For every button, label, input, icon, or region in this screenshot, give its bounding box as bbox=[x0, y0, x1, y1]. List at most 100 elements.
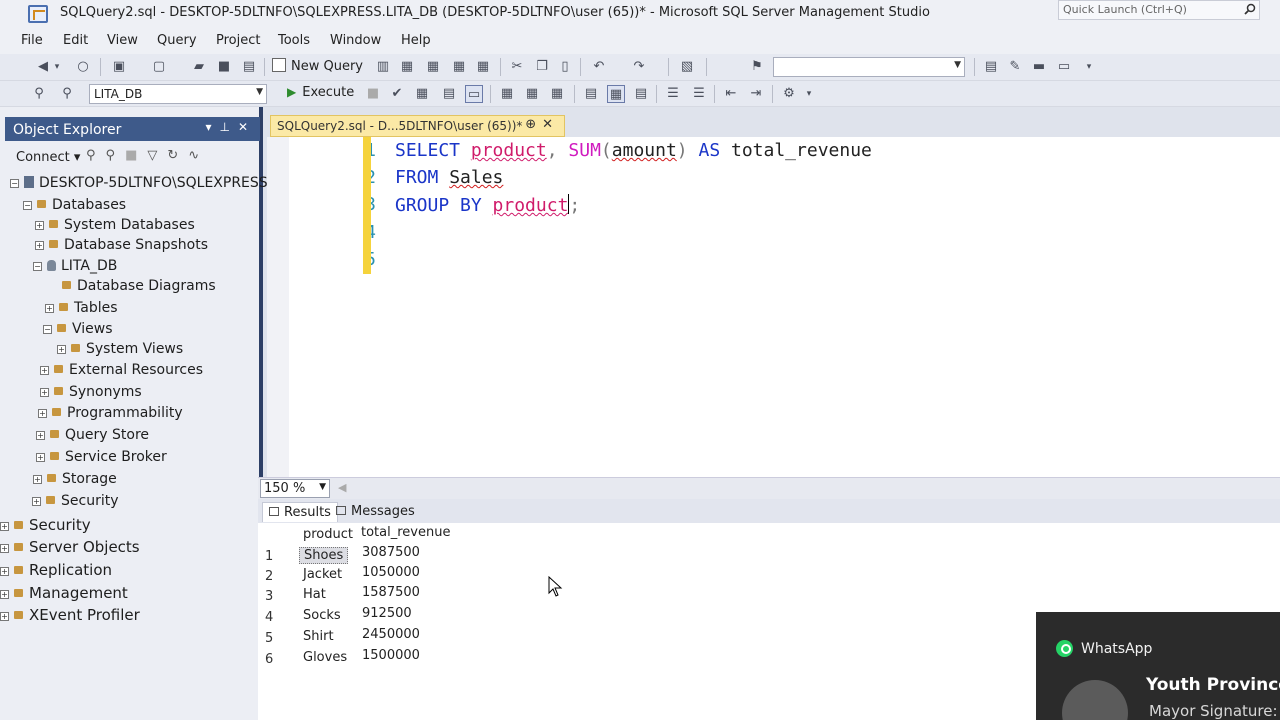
results-to-grid-icon[interactable]: ▦ bbox=[607, 85, 625, 103]
decrease-indent-icon[interactable]: ⇤ bbox=[722, 85, 740, 103]
database-dropdown[interactable]: LITA_DB ▼ bbox=[89, 84, 267, 104]
database-engine-query-icon[interactable]: ▥ bbox=[374, 58, 392, 76]
expand-icon[interactable]: + bbox=[45, 304, 54, 313]
solution-config-dropdown[interactable]: ▼ bbox=[773, 57, 965, 77]
expand-icon[interactable]: + bbox=[40, 388, 49, 397]
row-number[interactable]: 6 bbox=[265, 652, 273, 667]
tree-node[interactable]: − LITA_DB bbox=[33, 258, 117, 278]
cell-product[interactable]: Jacket bbox=[303, 567, 342, 582]
tree-node[interactable]: + Storage bbox=[33, 471, 117, 491]
close-icon[interactable]: ✕ bbox=[542, 117, 559, 132]
expand-icon[interactable]: + bbox=[32, 497, 41, 506]
tree-node[interactable]: + XEvent Profiler bbox=[0, 606, 140, 626]
specify-values-icon[interactable]: ⚙ bbox=[780, 85, 798, 103]
toolbox-icon[interactable]: ▬ bbox=[1030, 58, 1048, 76]
expand-icon[interactable]: + bbox=[57, 345, 66, 354]
scroll-left-icon[interactable]: ◀ bbox=[338, 481, 346, 494]
tree-node[interactable]: + System Views bbox=[57, 341, 183, 361]
menu-view[interactable]: View bbox=[107, 33, 138, 48]
collapse-icon[interactable]: − bbox=[43, 325, 52, 334]
sql-editor[interactable]: 1 2 3 4 5 SELECT product, SUM(amount) AS… bbox=[267, 137, 1280, 477]
connect-icon[interactable]: ⚲ bbox=[30, 85, 48, 103]
cell-product[interactable]: Gloves bbox=[303, 650, 347, 665]
connect-button[interactable]: Connect ▾ bbox=[16, 150, 80, 165]
comment-icon[interactable]: ☰ bbox=[664, 85, 682, 103]
stop-icon[interactable]: ■ bbox=[364, 85, 382, 103]
execute-button[interactable]: ▶ Execute bbox=[287, 85, 354, 100]
tree-node[interactable]: + Tables bbox=[45, 300, 118, 320]
expand-icon[interactable]: + bbox=[38, 409, 47, 418]
close-icon[interactable]: ✕ bbox=[238, 120, 256, 134]
redo-icon[interactable]: ↷ bbox=[630, 58, 648, 76]
increase-indent-icon[interactable]: ⇥ bbox=[747, 85, 765, 103]
zoom-dropdown[interactable]: 150 % ▼ bbox=[260, 479, 330, 498]
pin-icon[interactable]: ⊥ bbox=[219, 120, 237, 134]
expand-icon[interactable]: + bbox=[40, 366, 49, 375]
whatsapp-notification[interactable]: WhatsApp Youth Province 4 Mayor Signatur… bbox=[1036, 612, 1280, 720]
intellisense-icon[interactable]: ▭ bbox=[465, 85, 483, 103]
menu-window[interactable]: Window bbox=[330, 33, 381, 48]
new-query-button[interactable]: New Query bbox=[272, 58, 363, 74]
activity-monitor-icon[interactable]: ▧ bbox=[678, 58, 696, 76]
row-number[interactable]: 1 bbox=[265, 549, 273, 564]
results-to-text-icon[interactable]: ▤ bbox=[582, 85, 600, 103]
collapse-icon[interactable]: − bbox=[10, 179, 19, 188]
save-all-icon[interactable]: ▤ bbox=[240, 58, 258, 76]
find-icon[interactable]: ⚑ bbox=[748, 58, 766, 76]
include-plan-icon[interactable]: ▦ bbox=[498, 85, 516, 103]
tab-sqlquery2[interactable]: SQLQuery2.sql - D...5DLTNFO\user (65))* … bbox=[270, 115, 565, 137]
cell-total-revenue[interactable]: 1500000 bbox=[362, 648, 420, 663]
paste-icon[interactable]: ▯ bbox=[556, 58, 574, 76]
expand-icon[interactable]: + bbox=[0, 522, 9, 531]
tab-messages[interactable]: Messages bbox=[330, 502, 421, 522]
expand-icon[interactable]: + bbox=[0, 544, 9, 553]
collapse-icon[interactable]: − bbox=[33, 262, 42, 271]
query-designer-icon[interactable]: ▤ bbox=[440, 85, 458, 103]
menu-project[interactable]: Project bbox=[216, 33, 260, 48]
code-line[interactable]: SELECT product, SUM(amount) AS total_rev… bbox=[395, 140, 872, 161]
mdx-query-icon[interactable]: ▦ bbox=[398, 58, 416, 76]
xmla-query-icon[interactable]: ▦ bbox=[450, 58, 468, 76]
dax-query-icon[interactable]: ▦ bbox=[474, 58, 492, 76]
row-number[interactable]: 2 bbox=[265, 569, 273, 584]
tree-node[interactable]: + Replication bbox=[0, 561, 112, 581]
toolbar-overflow-icon[interactable]: ▾ bbox=[1078, 58, 1100, 76]
dropdown-icon[interactable]: ▾ bbox=[205, 120, 219, 134]
uncomment-icon[interactable]: ☰ bbox=[690, 85, 708, 103]
row-number[interactable]: 5 bbox=[265, 631, 273, 646]
menu-tools[interactable]: Tools bbox=[278, 33, 310, 48]
tree-node[interactable]: + Security bbox=[0, 516, 91, 536]
cell-total-revenue[interactable]: 1587500 bbox=[362, 585, 420, 600]
column-header-total-revenue[interactable]: total_revenue bbox=[361, 525, 450, 540]
expand-icon[interactable]: + bbox=[36, 431, 45, 440]
expand-icon[interactable]: + bbox=[0, 612, 9, 621]
expand-icon[interactable]: + bbox=[0, 590, 9, 599]
copy-icon[interactable]: ❐ bbox=[533, 58, 551, 76]
cell-total-revenue[interactable]: 912500 bbox=[362, 606, 412, 621]
cell-total-revenue[interactable]: 3087500 bbox=[362, 545, 420, 560]
row-number[interactable]: 4 bbox=[265, 610, 273, 625]
live-stats-icon[interactable]: ▦ bbox=[523, 85, 541, 103]
disconnect-icon[interactable]: ⚲ bbox=[106, 148, 126, 163]
tree-node[interactable]: + Server Objects bbox=[0, 538, 140, 558]
open-file-icon[interactable]: ▰ bbox=[190, 58, 208, 76]
expand-icon[interactable]: + bbox=[33, 475, 42, 484]
tree-node[interactable]: − Databases bbox=[23, 197, 126, 217]
code-line[interactable]: FROM Sales bbox=[395, 167, 503, 188]
stop-icon[interactable]: ■ bbox=[125, 148, 147, 163]
tree-node[interactable]: + Management bbox=[0, 584, 128, 604]
cell-product[interactable]: Socks bbox=[303, 608, 341, 623]
tree-node[interactable]: + System Databases bbox=[35, 217, 195, 237]
menu-edit[interactable]: Edit bbox=[63, 33, 88, 48]
cell-total-revenue[interactable]: 1050000 bbox=[362, 565, 420, 580]
undo-icon[interactable]: ↶ bbox=[590, 58, 608, 76]
tree-node[interactable]: + Security bbox=[32, 493, 119, 513]
save-icon[interactable]: ■ bbox=[215, 58, 233, 76]
properties-icon[interactable]: ✎ bbox=[1006, 58, 1024, 76]
quick-launch-input[interactable]: Quick Launch (Ctrl+Q) bbox=[1058, 0, 1260, 20]
code-line[interactable]: GROUP BY product; bbox=[395, 194, 580, 216]
refresh-icon[interactable]: ↻ bbox=[167, 148, 188, 163]
dmx-query-icon[interactable]: ▦ bbox=[424, 58, 442, 76]
tree-node[interactable]: + Query Store bbox=[36, 427, 149, 447]
display-plan-icon[interactable]: ▦ bbox=[413, 85, 431, 103]
